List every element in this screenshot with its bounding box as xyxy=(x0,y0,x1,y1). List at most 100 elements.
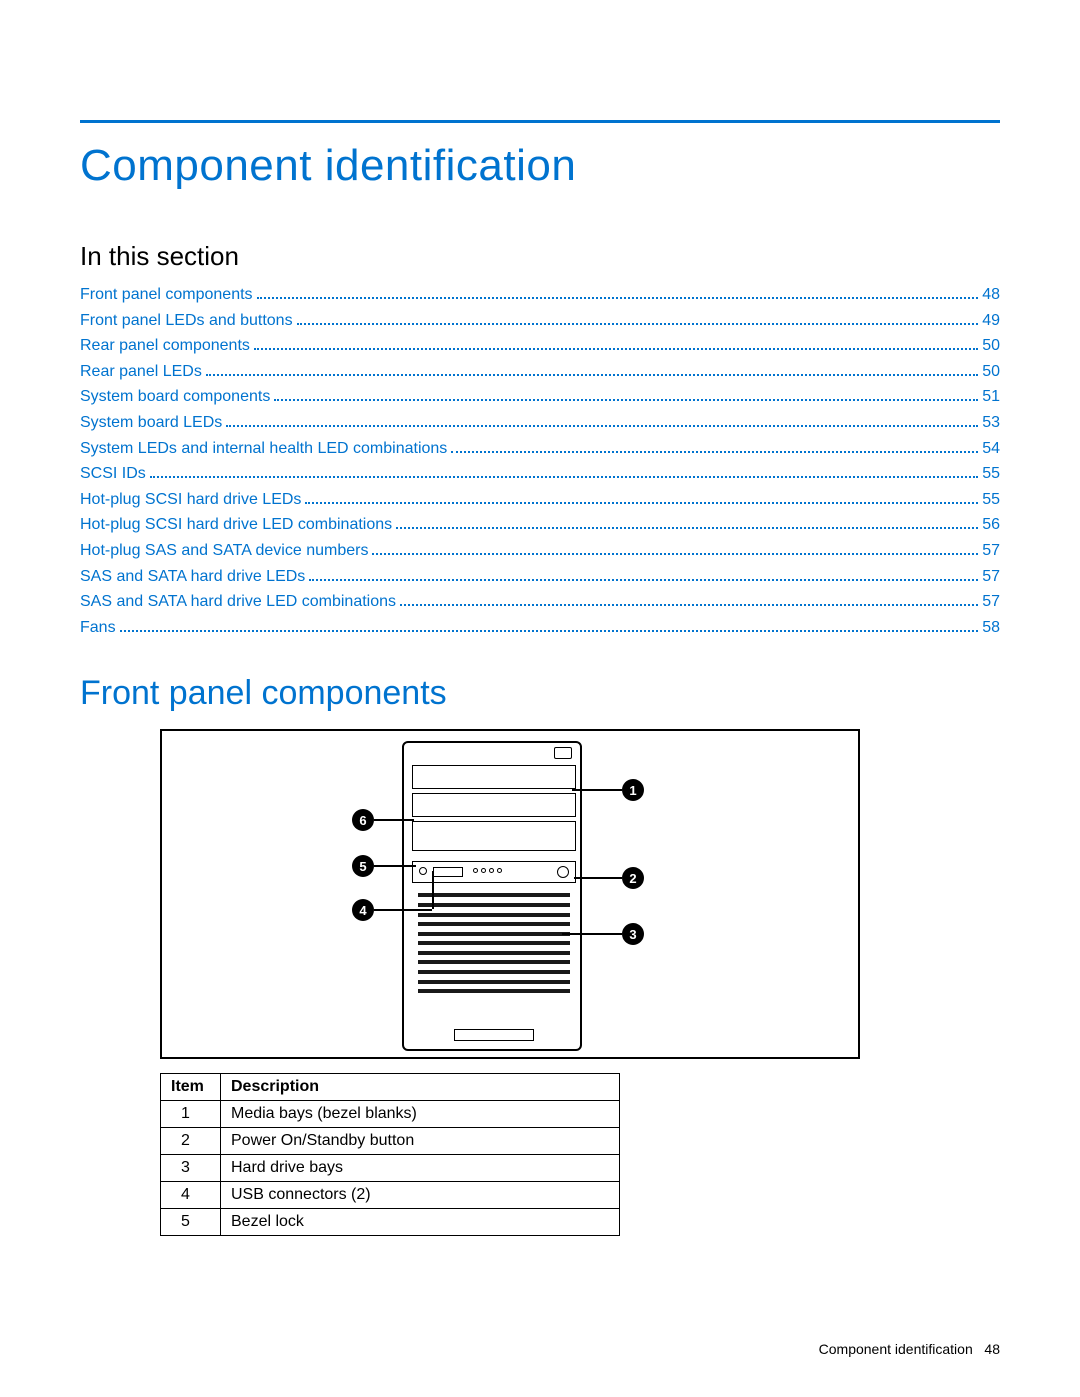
power-button-icon xyxy=(557,866,569,878)
optical-drive-icon xyxy=(412,821,576,851)
toc-row[interactable]: Rear panel components 50 xyxy=(80,333,1000,359)
top-rule xyxy=(80,120,1000,123)
leader-line xyxy=(562,933,622,935)
leader-line xyxy=(432,871,434,909)
usb-ports-icon xyxy=(433,867,463,877)
toc-page: 57 xyxy=(982,589,1000,615)
toc-row[interactable]: Front panel components48 xyxy=(80,282,1000,308)
toc-row[interactable]: Hot-plug SAS and SATA device numbers 57 xyxy=(80,538,1000,564)
leader-line xyxy=(374,865,416,867)
table-cell-item: 2 xyxy=(161,1128,221,1155)
toc-label: SCSI IDs xyxy=(80,461,146,487)
toc-label: Rear panel components xyxy=(80,333,250,359)
toc-label: Rear panel LEDs xyxy=(80,359,202,385)
media-bay-icon xyxy=(412,765,576,789)
table-cell-item: 5 xyxy=(161,1209,221,1236)
toc-label: Hot-plug SCSI hard drive LEDs xyxy=(80,487,301,513)
toc-label: System board components xyxy=(80,384,270,410)
toc-page: 53 xyxy=(982,410,1000,436)
toc-page: 58 xyxy=(982,615,1000,641)
toc-row[interactable]: System LEDs and internal health LED comb… xyxy=(80,436,1000,462)
toc-row[interactable]: Fans 58 xyxy=(80,615,1000,641)
table-row: 2Power On/Standby button xyxy=(161,1128,620,1155)
table-cell-item: 4 xyxy=(161,1182,221,1209)
toc-leader-dots xyxy=(120,630,979,632)
table-cell-desc: Power On/Standby button xyxy=(221,1128,620,1155)
page-footer: Component identification 48 xyxy=(819,1341,1000,1357)
control-strip-icon xyxy=(412,861,576,883)
front-panel-components-heading: Front panel components xyxy=(80,674,1000,713)
table-row: 5Bezel lock xyxy=(161,1209,620,1236)
toc-label: System LEDs and internal health LED comb… xyxy=(80,436,447,462)
toc-page: 50 xyxy=(982,333,1000,359)
toc-leader-dots xyxy=(226,425,978,427)
toc-leader-dots xyxy=(400,604,978,606)
toc-page: 55 xyxy=(982,461,1000,487)
toc-label: SAS and SATA hard drive LEDs xyxy=(80,564,305,590)
toc-page: 54 xyxy=(982,436,1000,462)
toc-page: 55 xyxy=(982,487,1000,513)
toc-label: SAS and SATA hard drive LED combinations xyxy=(80,589,396,615)
footer-page-number: 48 xyxy=(984,1341,1000,1357)
toc-row[interactable]: Rear panel LEDs50 xyxy=(80,359,1000,385)
table-cell-item: 3 xyxy=(161,1155,221,1182)
table-cell-desc: USB connectors (2) xyxy=(221,1182,620,1209)
toc-label: Front panel components xyxy=(80,282,253,308)
callout-4: 4 xyxy=(352,899,374,921)
toc-leader-dots xyxy=(396,527,978,529)
toc-leader-dots xyxy=(372,553,978,555)
drive-bay-vents-icon xyxy=(418,893,570,993)
toc-row[interactable]: System board components 51 xyxy=(80,384,1000,410)
callout-6: 6 xyxy=(352,809,374,831)
toc-leader-dots xyxy=(297,323,979,325)
toc-page: 57 xyxy=(982,564,1000,590)
toc-label: System board LEDs xyxy=(80,410,222,436)
toc-label: Front panel LEDs and buttons xyxy=(80,308,293,334)
table-cell-desc: Media bays (bezel blanks) xyxy=(221,1101,620,1128)
toc-leader-dots xyxy=(257,297,979,299)
table-row: 1Media bays (bezel blanks) xyxy=(161,1101,620,1128)
front-panel-diagram: 1 2 3 6 5 4 xyxy=(160,729,860,1059)
component-table: Item Description 1Media bays (bezel blan… xyxy=(160,1073,620,1236)
toc-row[interactable]: SAS and SATA hard drive LED combinations… xyxy=(80,589,1000,615)
server-tower-icon xyxy=(402,741,582,1051)
hp-logo-icon xyxy=(554,747,572,759)
toc-leader-dots xyxy=(451,451,978,453)
leader-line xyxy=(574,877,622,879)
toc-row[interactable]: Hot-plug SCSI hard drive LEDs 55 xyxy=(80,487,1000,513)
toc-page: 56 xyxy=(982,512,1000,538)
table-header-description: Description xyxy=(221,1074,620,1101)
leader-line xyxy=(374,819,414,821)
toc-leader-dots xyxy=(309,579,978,581)
table-header-item: Item xyxy=(161,1074,221,1101)
toc-page: 51 xyxy=(982,384,1000,410)
toc-page: 49 xyxy=(982,308,1000,334)
toc-label: Hot-plug SCSI hard drive LED combination… xyxy=(80,512,392,538)
toc-leader-dots xyxy=(254,348,978,350)
toc-row[interactable]: SCSI IDs 55 xyxy=(80,461,1000,487)
table-cell-desc: Bezel lock xyxy=(221,1209,620,1236)
page-title: Component identification xyxy=(80,141,1000,191)
toc-label: Hot-plug SAS and SATA device numbers xyxy=(80,538,368,564)
toc-leader-dots xyxy=(305,502,978,504)
toc-label: Fans xyxy=(80,615,116,641)
toc-row[interactable]: Hot-plug SCSI hard drive LED combination… xyxy=(80,512,1000,538)
toc-leader-dots xyxy=(274,399,978,401)
callout-2: 2 xyxy=(622,867,644,889)
toc-row[interactable]: Front panel LEDs and buttons 49 xyxy=(80,308,1000,334)
table-row: 3Hard drive bays xyxy=(161,1155,620,1182)
toc-row[interactable]: System board LEDs 53 xyxy=(80,410,1000,436)
table-of-contents: Front panel components48 Front panel LED… xyxy=(80,282,1000,640)
table-row: 4USB connectors (2) xyxy=(161,1182,620,1209)
in-this-section-heading: In this section xyxy=(80,241,1000,272)
toc-leader-dots xyxy=(150,476,978,478)
leader-line xyxy=(572,789,622,791)
led-group-icon xyxy=(473,868,502,873)
bezel-lock-icon xyxy=(419,867,427,875)
toc-row[interactable]: SAS and SATA hard drive LEDs 57 xyxy=(80,564,1000,590)
callout-5: 5 xyxy=(352,855,374,877)
toc-page: 57 xyxy=(982,538,1000,564)
table-cell-item: 1 xyxy=(161,1101,221,1128)
toc-leader-dots xyxy=(206,374,978,376)
callout-1: 1 xyxy=(622,779,644,801)
